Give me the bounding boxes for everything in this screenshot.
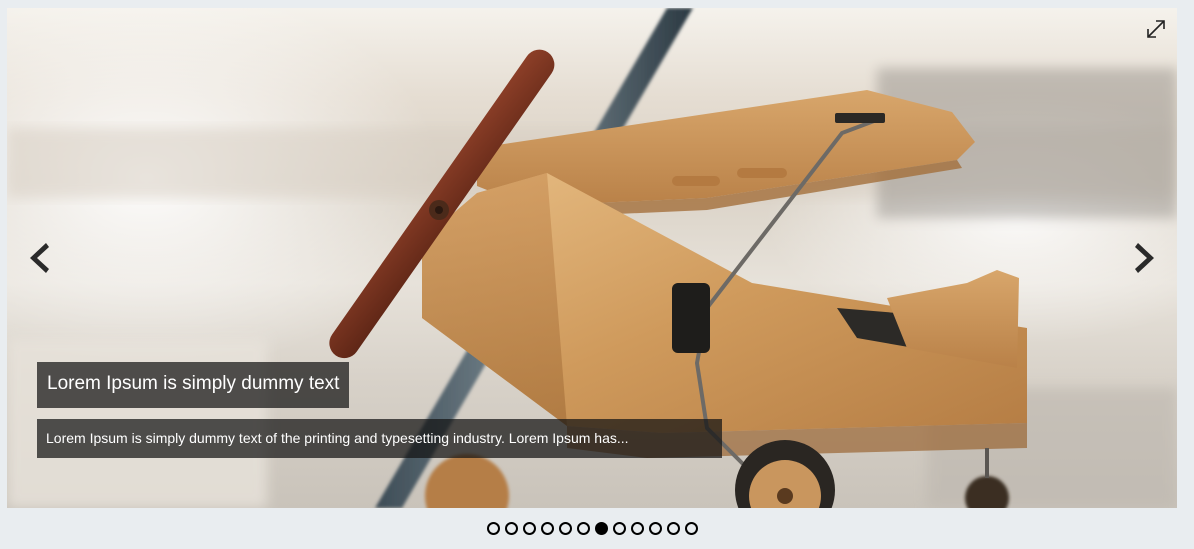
pagination-dot[interactable]: [612, 522, 626, 535]
slide-pagination: [0, 522, 1184, 536]
pagination-dot[interactable]: [666, 522, 680, 535]
pagination-dot[interactable]: [504, 522, 518, 535]
slide-caption-text: Lorem Ipsum is simply dummy text of the …: [37, 419, 722, 458]
pagination-dot[interactable]: [576, 522, 590, 535]
pagination-dot[interactable]: [630, 522, 644, 535]
chevron-right-icon: [1135, 243, 1154, 273]
pagination-dot[interactable]: [648, 522, 662, 535]
pagination-dot[interactable]: [486, 522, 500, 535]
pagination-dot[interactable]: [558, 522, 572, 535]
pagination-dot[interactable]: [684, 522, 698, 535]
chevron-left-icon: [30, 243, 49, 273]
pagination-dot-active[interactable]: [594, 522, 608, 535]
pagination-dot[interactable]: [540, 522, 554, 535]
image-slider: Lorem Ipsum is simply dummy text Lorem I…: [7, 8, 1177, 508]
pagination-dot[interactable]: [522, 522, 536, 535]
slide-caption-title: Lorem Ipsum is simply dummy text: [37, 362, 350, 408]
next-slide-button[interactable]: [1131, 236, 1161, 280]
expand-icon: [1147, 20, 1165, 38]
previous-slide-button[interactable]: [23, 236, 53, 280]
fullscreen-button[interactable]: [1145, 18, 1167, 40]
